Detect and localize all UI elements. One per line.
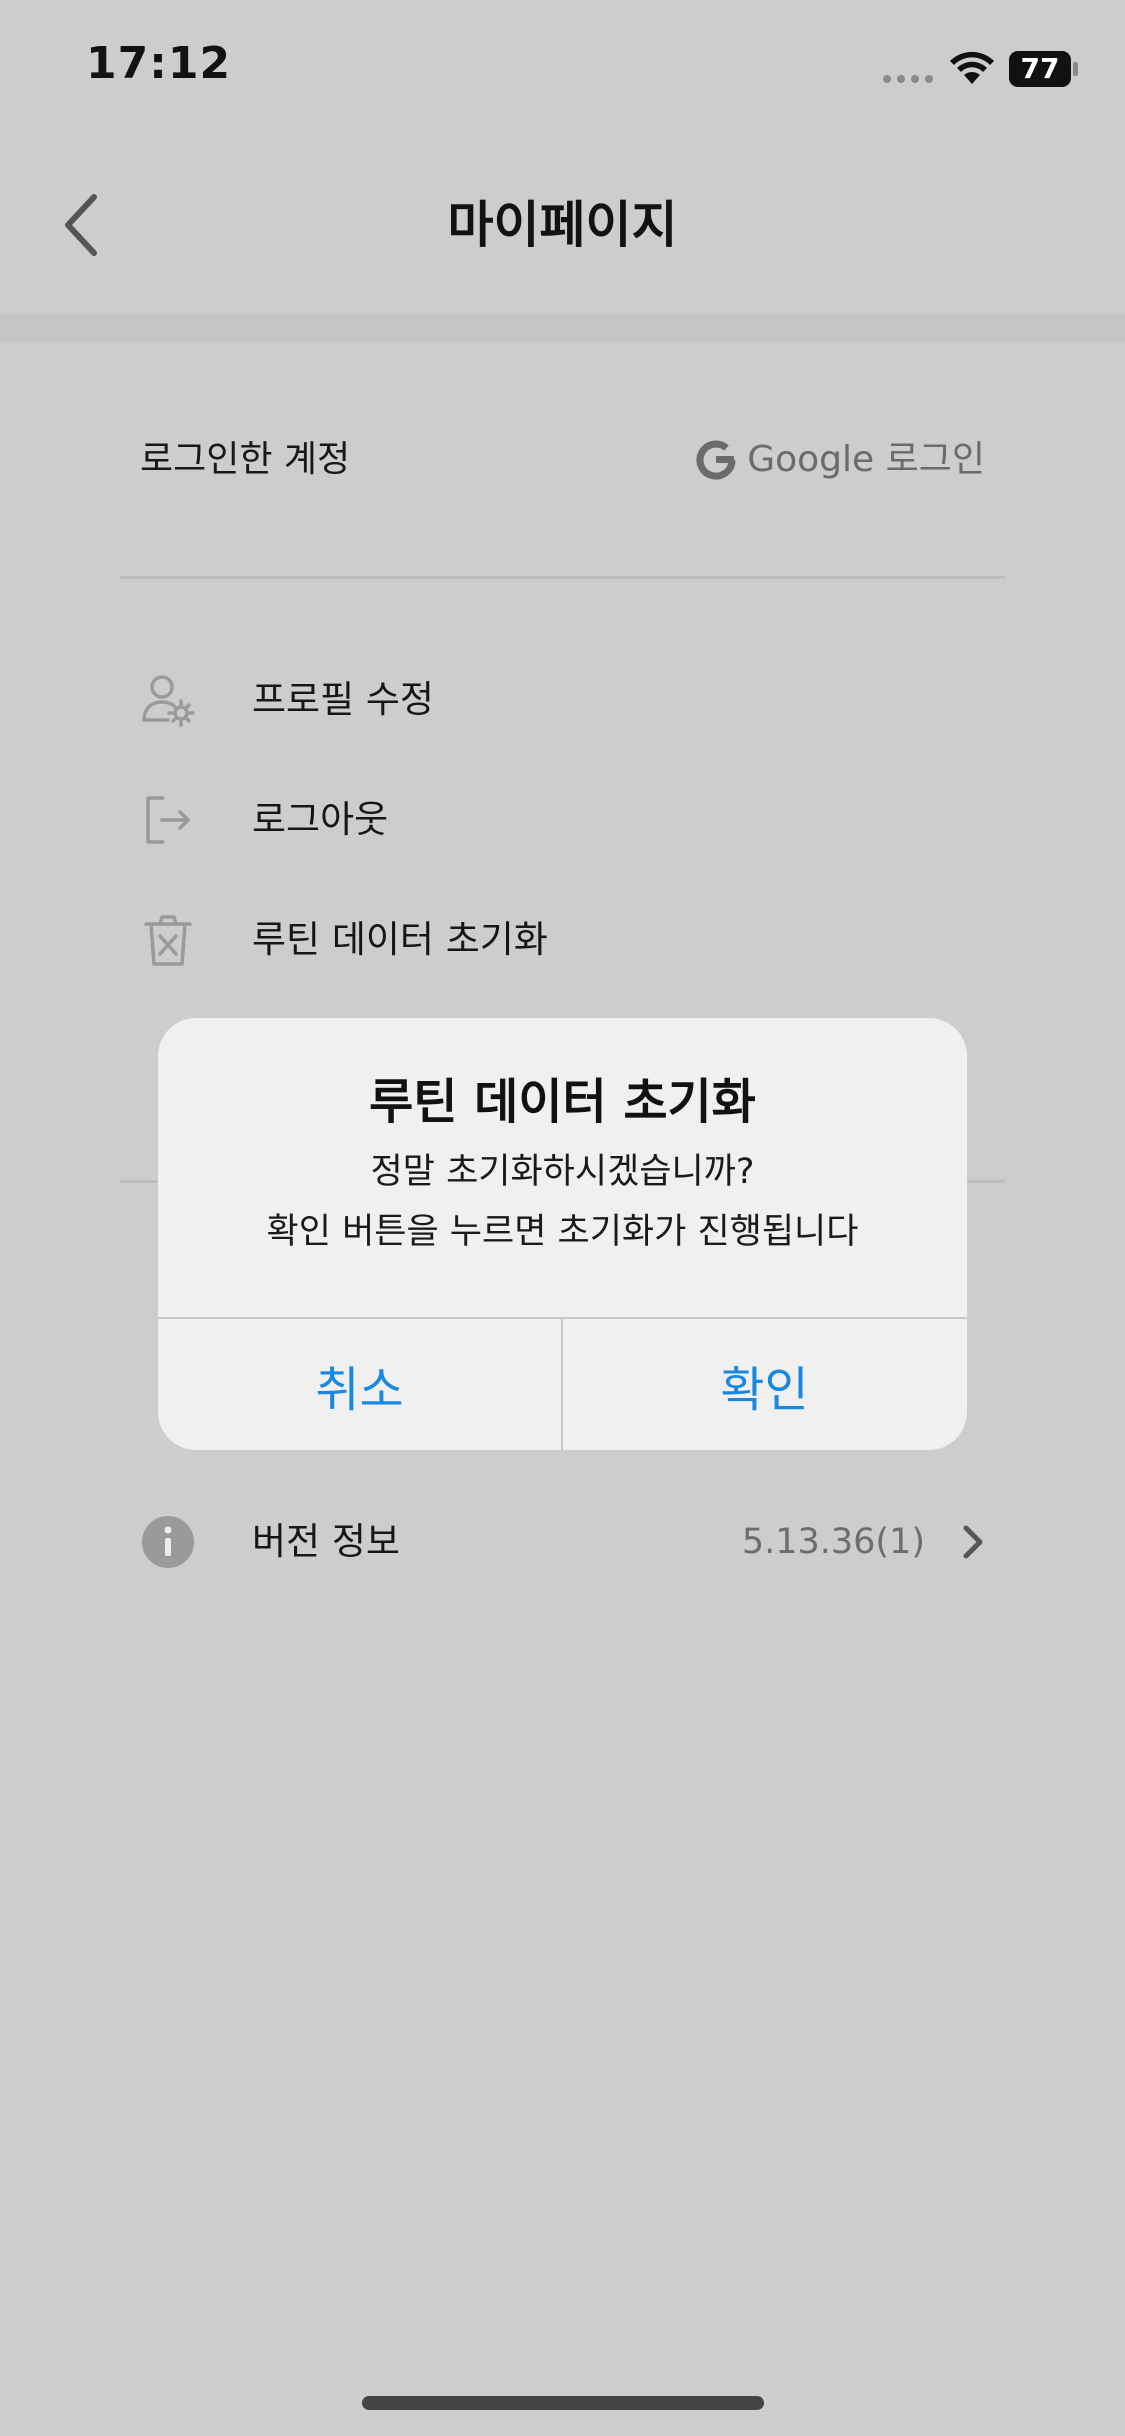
- account-provider: Google 로그인: [695, 430, 985, 490]
- user-settings-icon: [142, 675, 195, 727]
- header-divider: [0, 313, 1125, 343]
- menu-item-label: 로그아웃: [252, 798, 389, 841]
- chevron-right-icon: [963, 1525, 983, 1559]
- menu-item-edit-profile[interactable]: 프로필 수정: [0, 645, 1125, 755]
- home-indicator[interactable]: [362, 2396, 764, 2410]
- battery-icon: 77: [1008, 50, 1080, 88]
- menu-item-logout[interactable]: 로그아웃: [0, 765, 1125, 875]
- info-icon: [142, 1516, 194, 1568]
- menu-item-reset-routine[interactable]: 루틴 데이터 초기화: [0, 885, 1125, 995]
- trash-icon: [144, 915, 192, 966]
- logout-icon: [146, 796, 190, 844]
- battery-level: 77: [1020, 52, 1060, 85]
- cancel-button[interactable]: 취소: [158, 1319, 561, 1450]
- dialog-message-line: 확인 버튼을 누르면 초기화가 진행됩니다: [266, 1212, 859, 1252]
- wifi-icon: [950, 51, 994, 84]
- account-row: 로그인한 계정 Google 로그인: [0, 400, 1125, 520]
- signal-icon: [883, 75, 933, 83]
- menu-item-label: 루틴 데이터 초기화: [252, 918, 548, 961]
- menu-item-version-info[interactable]: 버전 정보 5.13.36(1): [0, 1487, 1125, 1597]
- dialog-message-line: 정말 초기화하시겠습니까?: [370, 1152, 755, 1192]
- status-time: 17:12: [86, 38, 232, 89]
- confirm-button[interactable]: 확인: [563, 1319, 966, 1450]
- section-divider: [120, 576, 1005, 579]
- account-label: 로그인한 계정: [140, 439, 351, 480]
- dialog-title: 루틴 데이터 초기화: [369, 1074, 756, 1130]
- status-bar: 17:12 77: [0, 0, 1125, 135]
- account-provider-label: Google 로그인: [747, 439, 985, 480]
- version-value: 5.13.36(1): [741, 1522, 925, 1562]
- dialog-message: 정말 초기화하시겠습니까? 확인 버튼을 누르면 초기화가 진행됩니다: [158, 1142, 967, 1262]
- page-title: 마이페이지: [447, 196, 678, 254]
- menu-item-label: 프로필 수정: [252, 678, 434, 721]
- nav-header: 마이페이지: [0, 135, 1125, 313]
- menu-item-label: 버전 정보: [252, 1520, 400, 1563]
- google-icon: [696, 440, 736, 480]
- alert-dialog: 루틴 데이터 초기화 정말 초기화하시겠습니까? 확인 버튼을 누르면 초기화가…: [158, 1018, 967, 1450]
